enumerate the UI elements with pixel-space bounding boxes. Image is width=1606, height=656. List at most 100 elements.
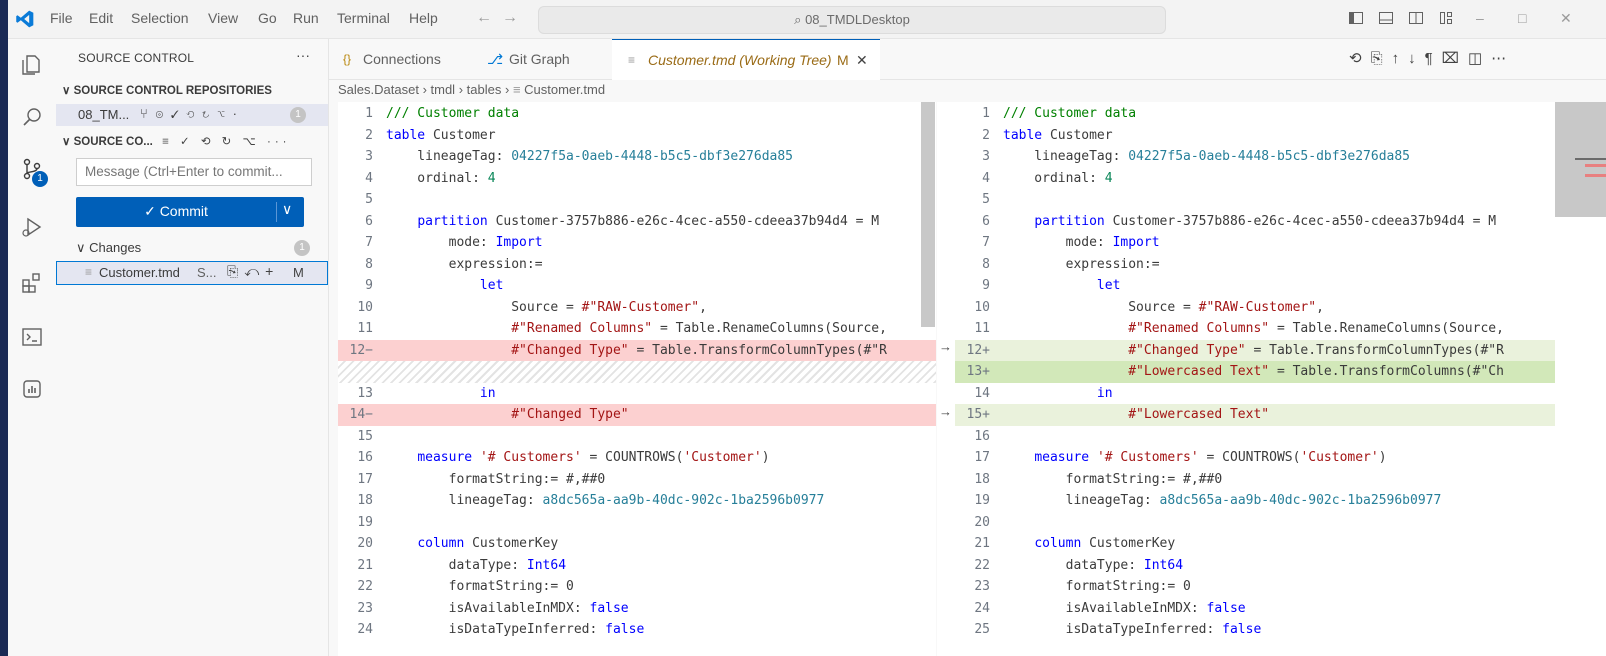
menu-help[interactable]: Help [409, 10, 438, 26]
breadcrumb-item[interactable]: Customer.tmd [524, 82, 605, 97]
code-line[interactable]: 5 [955, 189, 1555, 211]
commit-message-input[interactable]: Message (Ctrl+Enter to commit... [76, 158, 312, 186]
git-graph-icon[interactable]: ⌥ [217, 106, 227, 121]
run-debug-icon[interactable] [20, 215, 44, 239]
source-control-icon[interactable]: 1 [20, 157, 48, 187]
code-line[interactable]: 11 #"Renamed Columns" = Table.RenameColu… [955, 318, 1555, 340]
inline-view-icon[interactable]: ⌧ [1442, 50, 1468, 67]
left-scrollbar-thumb[interactable] [921, 102, 935, 327]
code-line[interactable]: 9 let [338, 275, 936, 297]
code-line[interactable]: 14− #"Changed Type" [338, 404, 936, 426]
code-line[interactable]: 19 lineageTag: a8dc565a-aa9b-40dc-902c-1… [955, 490, 1555, 512]
customize-layout-icon[interactable] [1438, 10, 1454, 26]
more-actions-icon[interactable]: ··· [296, 47, 310, 63]
code-line[interactable]: 9 let [955, 275, 1555, 297]
code-line[interactable]: 1 /// Customer data [955, 103, 1555, 125]
diff-original-pane[interactable]: 1 /// Customer data 2 table Customer 3 linea… [338, 102, 936, 656]
menu-edit[interactable]: Edit [89, 10, 113, 26]
code-line[interactable]: 6 partition Customer-3757b886-e26c-4cec-… [955, 211, 1555, 233]
menu-go[interactable]: Go [258, 10, 277, 26]
next-change-icon[interactable]: ↓ [1408, 50, 1425, 67]
toggle-secondary-sidebar-icon[interactable] [1408, 10, 1424, 26]
open-file-icon[interactable]: ⎘ [1371, 50, 1392, 67]
terminal-icon[interactable] [20, 325, 44, 349]
stage-icon[interactable]: + [265, 263, 279, 279]
close-tab-icon[interactable]: ✕ [856, 40, 868, 80]
open-file-icon[interactable]: ⎘ [227, 263, 244, 279]
history-icon[interactable]: ⟲ [201, 136, 215, 148]
code-line[interactable]: 16 measure '# Customers' = COUNTROWS('Cu… [338, 447, 936, 469]
code-line[interactable]: 18 lineageTag: a8dc565a-aa9b-40dc-902c-1… [338, 490, 936, 512]
code-line[interactable]: 4 ordinal: 4 [955, 168, 1555, 190]
source-control-header[interactable]: ∨ SOURCE CO... ≡ ✓ ⟲ ↻ ⌥ ··· [62, 134, 290, 148]
revert-arrow-icon[interactable]: → [939, 339, 952, 354]
more-actions-icon[interactable]: ⋯ [1491, 50, 1515, 67]
chevron-down-icon[interactable]: ∨ [282, 201, 292, 218]
whitespace-icon[interactable]: ¶ [1425, 50, 1442, 67]
back-arrow-icon[interactable]: ← [476, 9, 502, 26]
code-line[interactable]: 13 in [338, 383, 936, 405]
tab-customer-diff[interactable]: ≡ Customer.tmd (Working Tree) M ✕ [612, 39, 880, 80]
code-line[interactable]: 7 mode: Import [338, 232, 936, 254]
code-line[interactable]: 15+ #"Lowercased Text" [955, 404, 1555, 426]
refresh-icon[interactable]: ↻ [222, 136, 236, 148]
toggle-panel-icon[interactable] [1378, 10, 1394, 26]
power-bi-icon[interactable] [20, 377, 44, 401]
code-line[interactable]: 16 [955, 426, 1555, 448]
code-line[interactable]: 17 measure '# Customers' = COUNTROWS('Cu… [955, 447, 1555, 469]
code-line[interactable]: 21 column CustomerKey [955, 533, 1555, 555]
code-line[interactable]: 3 lineageTag: 04227f5a-0aeb-4448-b5c5-db… [338, 146, 936, 168]
code-line[interactable]: 11 #"Renamed Columns" = Table.RenameColu… [338, 318, 936, 340]
code-line[interactable]: 10 Source = #"RAW-Customer", [338, 297, 936, 319]
code-line[interactable]: 12− #"Changed Type" = Table.TransformCol… [338, 339, 936, 361]
code-line[interactable]: 8 expression:= [338, 254, 936, 276]
code-line[interactable]: 17 formatString:= #,##0 [338, 469, 936, 491]
split-editor-icon[interactable]: ◫ [1468, 50, 1491, 67]
code-line[interactable]: 22 formatString:= 0 [338, 576, 936, 598]
menu-run[interactable]: Run [293, 10, 319, 26]
breadcrumb-item[interactable]: Sales.Dataset [338, 82, 419, 97]
menu-file[interactable]: File [50, 10, 73, 26]
breadcrumb-item[interactable]: tmdl [431, 82, 456, 97]
code-line[interactable]: 23 isAvailableInMDX: false [338, 598, 936, 620]
git-graph-icon[interactable]: ⌥ [243, 136, 260, 148]
code-line[interactable]: 7 mode: Import [955, 232, 1555, 254]
revert-arrow-icon[interactable]: → [939, 404, 952, 419]
forward-arrow-icon[interactable]: → [502, 9, 528, 26]
code-line[interactable]: 22 dataType: Int64 [955, 555, 1555, 577]
sync-icon[interactable]: ⊚ [155, 106, 165, 121]
menu-terminal[interactable]: Terminal [337, 10, 390, 26]
extensions-icon[interactable] [20, 271, 44, 295]
view-list-icon[interactable]: ≡ [162, 136, 173, 148]
diff-modified-pane[interactable]: 1 /// Customer data 2 table Customer 3 linea… [955, 102, 1555, 656]
code-line[interactable]: 2 table Customer [955, 125, 1555, 147]
command-center-search[interactable]: ⌕ 08_TMDLDesktop [538, 6, 1166, 34]
code-line[interactable]: 18 formatString:= #,##0 [955, 469, 1555, 491]
code-line[interactable]: 19 [338, 512, 936, 534]
code-line[interactable]: 13+ #"Lowercased Text" = Table.Transform… [955, 361, 1555, 383]
code-line[interactable]: 25 isDataTypeInferred: false [955, 619, 1555, 641]
code-line[interactable]: 5 [338, 189, 936, 211]
more-actions-icon[interactable]: ··· [267, 136, 291, 148]
explorer-icon[interactable] [20, 53, 44, 77]
code-line[interactable]: 6 partition Customer-3757b886-e26c-4cec-… [338, 211, 936, 233]
maximize-icon[interactable]: □ [1518, 10, 1534, 26]
code-line[interactable]: 20 [955, 512, 1555, 534]
history-icon[interactable]: ⟲ [186, 106, 196, 121]
code-line[interactable]: 14 in [955, 383, 1555, 405]
timeline-icon[interactable]: ⟲ [1349, 50, 1371, 67]
repositories-header[interactable]: ∨ SOURCE CONTROL REPOSITORIES [62, 83, 272, 97]
menu-view[interactable]: View [208, 10, 238, 26]
code-line[interactable]: 1 /// Customer data [338, 103, 936, 125]
tab-git-graph[interactable]: ⎇ Git Graph [475, 39, 603, 79]
breadcrumb-item[interactable]: tables [467, 82, 502, 97]
menu-selection[interactable]: Selection [131, 10, 189, 26]
code-line[interactable]: 12+ #"Changed Type" = Table.TransformCol… [955, 339, 1555, 361]
code-line[interactable]: 24 isDataTypeInferred: false [338, 619, 936, 641]
branch-icon[interactable]: ⑂ [140, 106, 150, 121]
code-line[interactable]: 21 dataType: Int64 [338, 555, 936, 577]
changes-group[interactable]: ∨ Changes 1 [56, 237, 328, 259]
code-line[interactable]: 3 lineageTag: 04227f5a-0aeb-4448-b5c5-db… [955, 146, 1555, 168]
code-line[interactable]: 23 formatString:= 0 [955, 576, 1555, 598]
code-line[interactable]: 20 column CustomerKey [338, 533, 936, 555]
